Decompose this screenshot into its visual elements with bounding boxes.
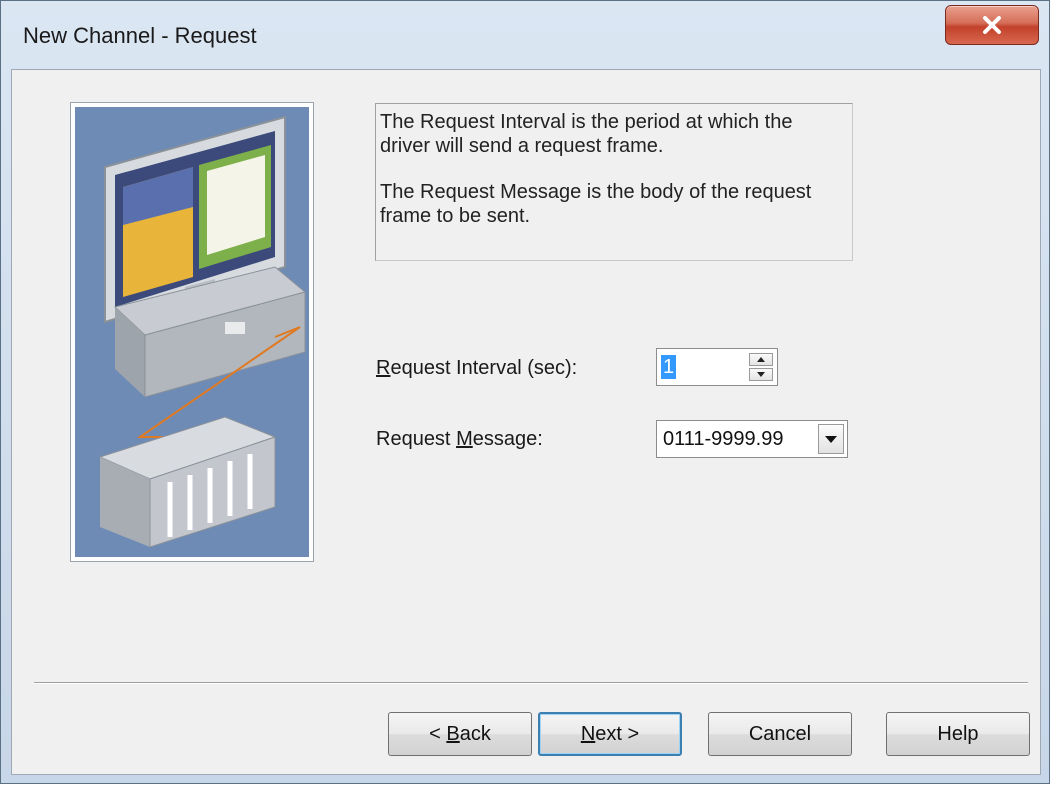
description-message: The Request Message is the body of the r… [380,181,812,227]
title-bar[interactable]: New Channel - Request [1,1,1049,67]
request-message-value: 0111-9999.99 [663,428,784,450]
description-box: The Request Interval is the period at wh… [375,103,853,261]
spinner-buttons [749,353,773,381]
back-button-mnemonic: B [446,722,460,745]
next-button-label: ext > [595,722,640,745]
request-interval-label-mnemonic: R [376,357,391,379]
request-message-label: Request Message: [376,428,543,451]
next-button[interactable]: Next > [538,712,682,756]
spinner-up-button[interactable] [749,353,773,366]
request-message-label-mnemonic: M [456,428,473,450]
request-message-label-text: essage: [472,428,543,450]
dialog-window: New Channel - Request The Request Interv… [0,0,1050,784]
dialog-client-area: The Request Interval is the period at wh… [11,69,1041,775]
back-button-prefix: < [429,722,447,745]
spinner-down-button[interactable] [749,368,773,381]
arrow-down-icon [757,372,765,377]
request-interval-value[interactable]: 1 [661,355,677,379]
window-title: New Channel - Request [23,23,257,48]
help-button-label: Help [937,722,979,745]
cancel-button-label: Cancel [748,722,812,745]
request-interval-label: Request Interval (sec): [376,357,577,380]
request-message-label-prefix: Request [376,428,457,450]
help-button[interactable]: Help [886,712,1030,756]
cancel-button[interactable]: Cancel [708,712,852,756]
request-interval-label-text: equest Interval (sec): [390,357,578,379]
chevron-down-icon [825,435,837,443]
back-button[interactable]: < Back [388,712,532,756]
arrow-up-icon [757,357,765,362]
request-message-dropdown[interactable]: 0111-9999.99 [656,420,848,458]
wizard-illustration [70,102,314,562]
back-button-label: ack [459,722,491,745]
next-button-mnemonic: N [580,722,596,745]
computer-plc-illustration-icon [75,107,309,557]
close-icon [983,16,1001,34]
request-interval-spinner[interactable]: 1 [656,348,778,386]
button-separator [34,682,1028,684]
illustration-graphic [98,115,307,548]
dropdown-arrow-button[interactable] [818,424,844,454]
close-button[interactable] [945,5,1039,45]
description-interval: The Request Interval is the period at wh… [380,111,793,157]
